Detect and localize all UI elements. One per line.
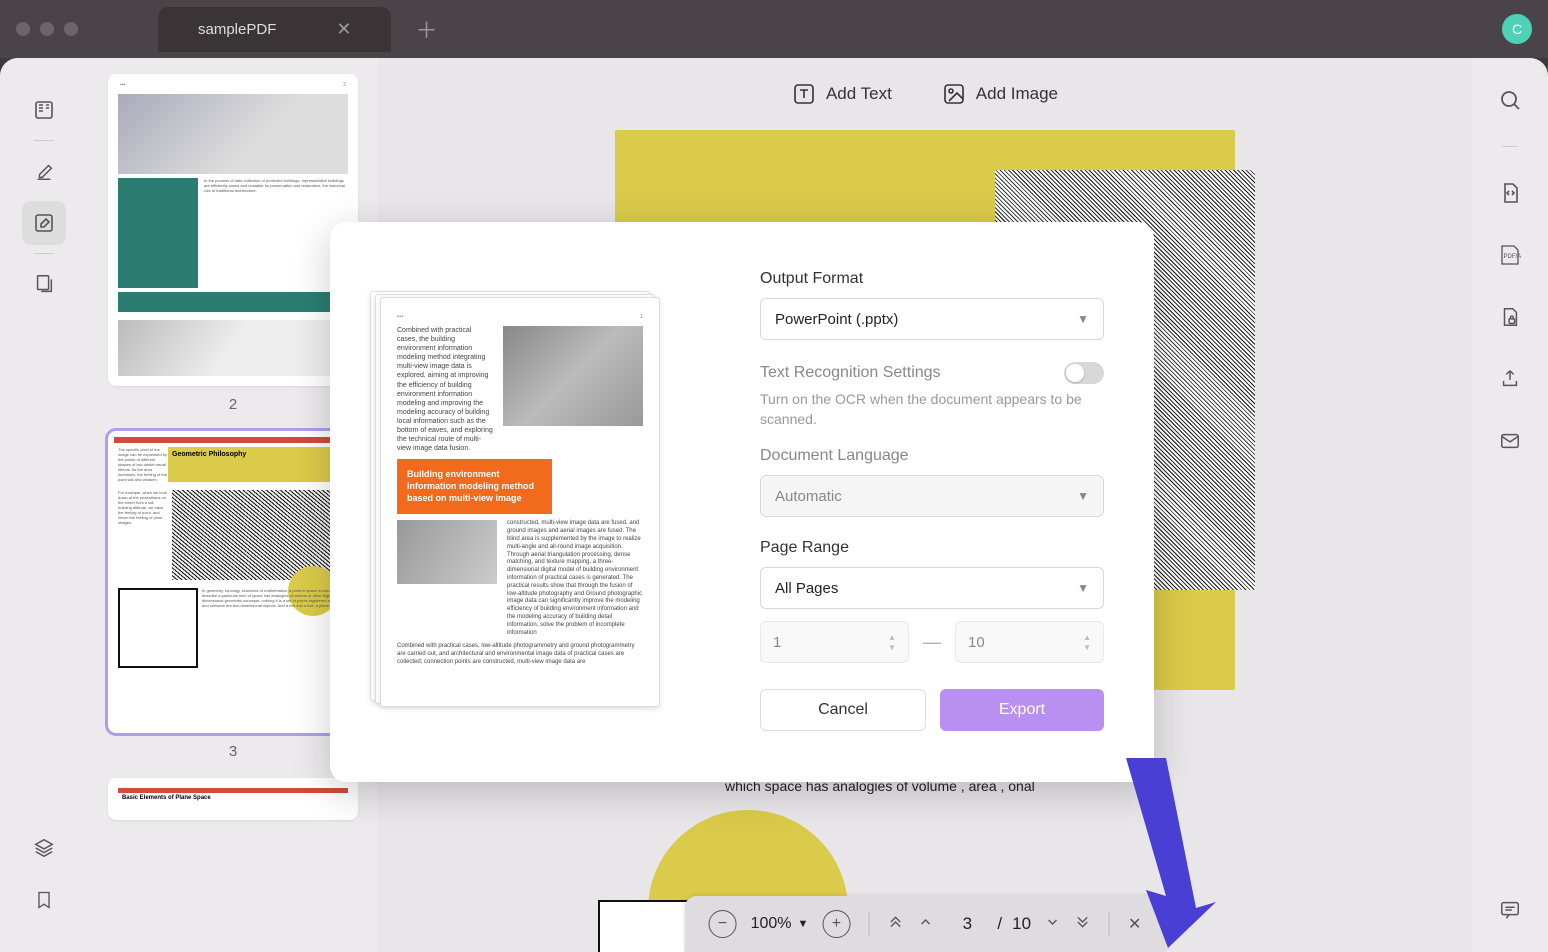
lang-select: Automatic ▼ [760,475,1104,517]
tab-samplepdf[interactable]: samplePDF ✕ [158,7,391,52]
first-page-icon[interactable] [887,914,903,935]
share-icon[interactable] [1494,363,1526,395]
search-icon[interactable] [1494,84,1526,116]
avatar[interactable]: C [1502,14,1532,44]
lang-label: Document Language [760,447,1104,465]
close-bar-icon[interactable]: ✕ [1128,914,1141,934]
output-format-value: PowerPoint (.pptx) [775,311,898,328]
preview-para-2: constructed, multi-view image data are f… [507,520,643,637]
chevron-down-icon: ▼ [1077,489,1089,503]
edit-tool-icon[interactable] [22,201,66,245]
thumb-label-2: 2 [108,396,358,413]
layers-icon[interactable] [22,826,66,870]
page-range-value: All Pages [775,580,838,597]
preview-para-3: Combined with practical cases, low-altit… [397,643,643,666]
cancel-button[interactable]: Cancel [760,689,926,731]
zoom-value: 100% [751,915,792,933]
page-range-label: Page Range [760,539,1104,557]
thumb-4-title: Basic Elements of Plane Space [118,793,348,803]
outline-tool-icon[interactable] [22,88,66,132]
total-pages: 10 [1012,914,1031,934]
bottom-bar: − 100% ▼ + / 10 ✕ [685,896,1166,952]
window-close[interactable] [16,22,30,36]
pdfa-icon[interactable]: PDF/A [1494,239,1526,271]
pages-tool-icon[interactable] [22,262,66,306]
zoom-in-button[interactable]: + [822,910,850,938]
output-format-select[interactable]: PowerPoint (.pptx) ▼ [760,298,1104,340]
thumbnail-page-3[interactable]: The specific pixel of the image can be e… [108,431,358,733]
thumbnail-page-2[interactable]: ▪▪▪2 In the process of data collection o… [108,74,358,386]
ocr-toggle[interactable] [1064,362,1104,384]
preview-image-b [397,520,497,584]
right-sidebar: PDF/A [1472,58,1548,952]
current-page-input[interactable] [947,914,987,934]
thumb-label-3: 3 [108,743,358,760]
mail-icon[interactable] [1494,425,1526,457]
add-image-button[interactable]: Add Image [942,82,1058,106]
next-page-icon[interactable] [1045,914,1061,935]
lang-value: Automatic [775,488,842,505]
prev-page-icon[interactable] [917,914,933,935]
svg-text:PDF/A: PDF/A [1504,254,1522,260]
output-format-label: Output Format [760,270,1104,288]
add-image-label: Add Image [976,84,1058,104]
chevron-down-icon[interactable]: ▼ [797,918,808,930]
preview-para-1: Combined with practical cases, the build… [397,326,493,453]
range-to-input: 10 ▲▼ [955,621,1104,663]
add-text-label: Add Text [826,84,892,104]
left-sidebar [0,58,88,952]
chevron-down-icon: ▼ [1077,581,1089,595]
range-dash: — [923,632,941,653]
preview-image-a [503,326,643,426]
bookmark-icon[interactable] [22,878,66,922]
window-minimize[interactable] [40,22,54,36]
lock-file-icon[interactable] [1494,301,1526,333]
comment-icon[interactable] [1494,894,1526,926]
tab-title: samplePDF [198,21,276,38]
convert-icon[interactable] [1494,177,1526,209]
thumbnail-page-4[interactable]: Basic Elements of Plane Space [108,778,358,820]
ocr-settings-label: Text Recognition Settings [760,364,941,382]
add-text-button[interactable]: Add Text [792,82,892,106]
modal-preview: ▪▪▪1 Combined with practical cases, the … [330,222,710,782]
page-sep: / [997,914,1002,934]
export-button[interactable]: Export [940,689,1104,731]
export-modal: ▪▪▪1 Combined with practical cases, the … [330,222,1154,782]
window-maximize[interactable] [64,22,78,36]
range-from-input: 1 ▲▼ [760,621,909,663]
page-range-select[interactable]: All Pages ▼ [760,567,1104,609]
last-page-icon[interactable] [1075,914,1091,935]
chevron-down-icon: ▼ [1077,312,1089,326]
preview-orange-box: Building environment information modelin… [397,459,552,514]
zoom-out-button[interactable]: − [709,910,737,938]
highlight-tool-icon[interactable] [22,149,66,193]
close-icon[interactable]: ✕ [336,19,351,40]
add-tab-button[interactable]: ＋ [415,13,437,45]
thumb-3-title: Geometric Philosophy [168,447,348,482]
ocr-help-text: Turn on the OCR when the document appear… [760,390,1104,429]
